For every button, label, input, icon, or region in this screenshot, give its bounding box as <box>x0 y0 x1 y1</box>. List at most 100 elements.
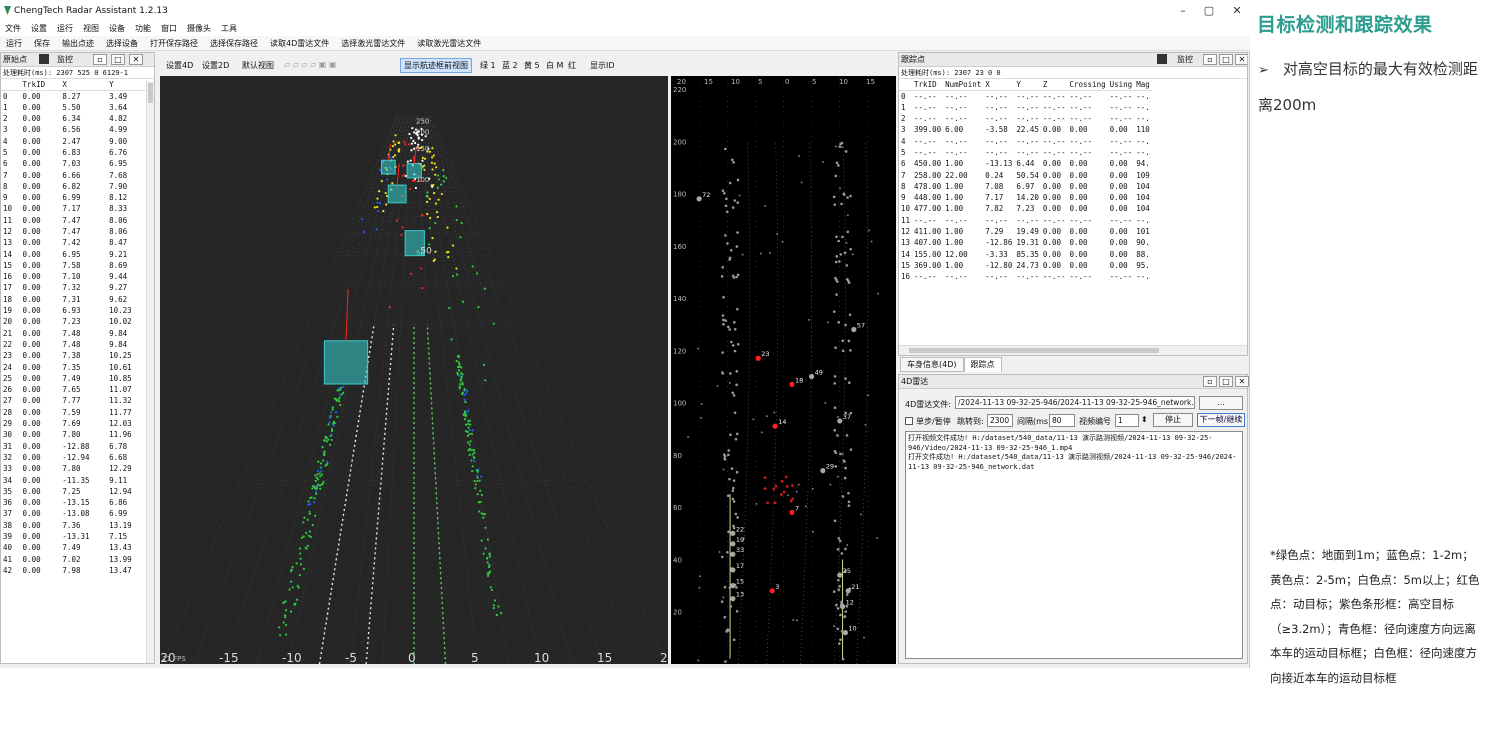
table-row[interactable]: 28 0.00 7.59 11.77 <box>1 407 147 418</box>
table-row[interactable]: 15 369.00 1.00 -12.80 24.73 0.00 0.00 0.00 95. <box>899 260 1152 271</box>
float-panel-button[interactable]: ▫ <box>93 54 107 65</box>
table-row[interactable]: 10 0.00 7.17 8.33 <box>1 203 147 214</box>
video-number-spinbox[interactable]: 1 <box>1115 414 1139 427</box>
scroll-thumb[interactable] <box>148 83 153 103</box>
column-header[interactable] <box>899 79 913 91</box>
minimize-button[interactable]: – <box>1172 4 1194 18</box>
raw-points-scrollbar[interactable] <box>146 81 154 663</box>
menu-settings[interactable]: 设置 <box>26 22 52 34</box>
table-row[interactable]: 13 0.00 7.42 8.47 <box>1 237 147 248</box>
column-header[interactable]: NumPoint <box>943 79 984 91</box>
next-frame-button[interactable]: 下一帧/继续 <box>1197 413 1245 427</box>
table-row[interactable]: 19 0.00 6.93 10.23 <box>1 305 147 316</box>
table-row[interactable]: 15 0.00 7.58 8.69 <box>1 260 147 271</box>
menu-view[interactable]: 视图 <box>78 22 104 34</box>
table-row[interactable]: 7 258.00 22.00 0.24 50.54 0.00 0.00 0.00 109 <box>899 169 1152 180</box>
set-4d-button[interactable]: 设置4D <box>166 60 193 71</box>
menu-camera[interactable]: 摄像头 <box>182 22 216 34</box>
table-row[interactable]: 30 0.00 7.80 11.96 <box>1 429 147 440</box>
view-icons-row[interactable]: ▱ ▱ ▱ ▱ ▣ ▣ <box>284 60 336 69</box>
table-row[interactable]: 7 0.00 6.66 7.68 <box>1 169 147 180</box>
table-row[interactable]: 35 0.00 7.25 12.94 <box>1 486 147 497</box>
table-row[interactable]: 27 0.00 7.77 11.32 <box>1 395 147 406</box>
table-row[interactable]: 2 --.-- --.-- --.-- --.-- --.-- --.-- --.-- --. <box>899 113 1152 124</box>
read-lidar-file-button[interactable]: 读取激光雷达文件 <box>411 36 487 49</box>
column-header[interactable]: Z <box>1040 79 1068 91</box>
radar-birdseye-canvas[interactable]: 220 200 180 160 140 120 100 80 60 40 20 20 15 10 5 0 5 10… <box>671 76 896 664</box>
table-row[interactable]: 10 477.00 1.00 7.82 7.23 0.00 0.00 0.00 104 <box>899 203 1152 214</box>
table-row[interactable]: 16 0.00 7.10 9.44 <box>1 271 147 282</box>
menu-window[interactable]: 窗口 <box>156 22 182 34</box>
float-panel-button[interactable]: ▫ <box>1203 54 1217 65</box>
table-row[interactable]: 4 --.-- --.-- --.-- --.-- --.-- --.-- --.-- --. <box>899 135 1152 146</box>
table-row[interactable]: 11 0.00 7.47 8.06 <box>1 215 147 226</box>
table-row[interactable]: 12 411.00 1.00 7.29 19.49 0.00 0.00 0.00 101 <box>899 226 1152 237</box>
table-row[interactable]: 25 0.00 7.49 10.85 <box>1 373 147 384</box>
column-header[interactable]: TrkID <box>912 79 944 91</box>
column-header[interactable]: TrkID <box>20 79 61 91</box>
table-row[interactable]: 33 0.00 7.80 12.29 <box>1 463 147 474</box>
column-header[interactable]: Crossing <box>1067 79 1108 91</box>
menu-function[interactable]: 功能 <box>130 22 156 34</box>
table-row[interactable]: 34 0.00 -11.35 9.11 <box>1 474 147 485</box>
scroll-thumb[interactable] <box>909 348 1159 353</box>
table-row[interactable]: 14 0.00 6.95 9.21 <box>1 248 147 259</box>
table-row[interactable]: 2 0.00 6.34 4.82 <box>1 113 147 124</box>
show-track-box-front-view-button[interactable]: 显示航迹框前视图 <box>400 58 472 73</box>
table-row[interactable]: 26 0.00 7.65 11.07 <box>1 384 147 395</box>
column-header[interactable]: Using <box>1107 79 1135 91</box>
show-id-button[interactable]: 显示ID <box>590 60 615 71</box>
table-row[interactable]: 36 0.00 -13.15 6.86 <box>1 497 147 508</box>
table-row[interactable]: 0 0.00 8.27 3.49 <box>1 90 147 101</box>
table-row[interactable]: 23 0.00 7.38 10.25 <box>1 350 147 361</box>
table-row[interactable]: 1 0.00 5.50 3.64 <box>1 102 147 113</box>
track-monitor-label[interactable]: 监控 <box>1177 53 1193 67</box>
table-row[interactable]: 14 155.00 12.00 -3.33 85.35 0.00 0.00 0.00 88. <box>899 248 1152 259</box>
point-cloud-3d-view[interactable]: 设置4D 设置2D 默认视图 ▱ ▱ ▱ ▱ ▣ ▣ 显示航迹框前视图 绿 1 … <box>160 52 668 664</box>
table-row[interactable]: 37 0.00 -13.08 6.99 <box>1 508 147 519</box>
menu-run[interactable]: 运行 <box>52 22 78 34</box>
tab-vehicle-info[interactable]: 车身信息(4D) <box>900 357 964 372</box>
select-save-path-button[interactable]: 选择保存路径 <box>204 36 264 49</box>
table-row[interactable]: 8 0.00 6.82 7.90 <box>1 181 147 192</box>
restore-panel-button[interactable]: □ <box>1219 54 1233 65</box>
table-row[interactable]: 3 399.00 6.00 -3.58 22.45 0.00 0.00 0.00 110 <box>899 124 1152 135</box>
table-row[interactable]: 18 0.00 7.31 9.62 <box>1 294 147 305</box>
close-panel-button[interactable]: ✕ <box>1235 54 1247 65</box>
table-row[interactable]: 9 448.00 1.00 7.17 14.20 0.00 0.00 0.00 104 <box>899 192 1152 203</box>
maximize-button[interactable]: ▢ <box>1198 4 1220 18</box>
table-row[interactable]: 32 0.00 -12.94 6.68 <box>1 452 147 463</box>
jump-to-input[interactable]: 2300 <box>987 414 1013 427</box>
table-row[interactable]: 12 0.00 7.47 8.06 <box>1 226 147 237</box>
raw-points-monitor-label[interactable]: 监控 <box>57 53 73 67</box>
table-row[interactable]: 41 0.00 7.02 13.99 <box>1 553 147 564</box>
track-table-hscroll[interactable] <box>899 345 1247 355</box>
close-panel-button[interactable]: ✕ <box>1235 376 1249 387</box>
close-button[interactable]: ✕ <box>1226 4 1248 18</box>
table-row[interactable]: 6 0.00 7.03 6.95 <box>1 158 147 169</box>
select-lidar-file-button[interactable]: 选择激光雷达文件 <box>335 36 411 49</box>
column-header[interactable]: Mag <box>1134 79 1152 91</box>
save-button[interactable]: 保存 <box>28 36 56 49</box>
restore-panel-button[interactable]: □ <box>1219 376 1233 387</box>
step-pause-checkbox[interactable] <box>905 417 913 425</box>
point-cloud-canvas[interactable]: 25020015010050-20-15-10-50510152050 <box>160 76 668 664</box>
run-button[interactable]: 运行 <box>0 36 28 49</box>
default-view-button[interactable]: 默认视图 <box>242 60 274 71</box>
menu-device[interactable]: 设备 <box>104 22 130 34</box>
tab-track-points[interactable]: 跟踪点 <box>963 357 1002 372</box>
column-header[interactable]: X <box>983 79 1015 91</box>
stop-button[interactable]: 停止 <box>1153 413 1193 427</box>
set-2d-button[interactable]: 设置2D <box>202 60 229 71</box>
read-4d-radar-file-button[interactable]: 读取4D雷达文件 <box>264 36 335 49</box>
table-row[interactable]: 39 0.00 -13.31 7.15 <box>1 531 147 542</box>
export-points-button[interactable]: 输出点迹 <box>56 36 100 49</box>
table-row[interactable]: 5 0.00 6.83 6.76 <box>1 147 147 158</box>
table-row[interactable]: 11 --.-- --.-- --.-- --.-- --.-- --.-- --.-- --. <box>899 215 1152 226</box>
select-device-button[interactable]: 选择设备 <box>100 36 144 49</box>
table-row[interactable]: 21 0.00 7.48 9.84 <box>1 328 147 339</box>
open-save-path-button[interactable]: 打开保存路径 <box>144 36 204 49</box>
table-row[interactable]: 6 450.00 1.00 -13.13 6.44 0.00 0.00 0.00 94. <box>899 158 1152 169</box>
table-row[interactable]: 17 0.00 7.32 9.27 <box>1 282 147 293</box>
column-header[interactable] <box>1 79 21 91</box>
